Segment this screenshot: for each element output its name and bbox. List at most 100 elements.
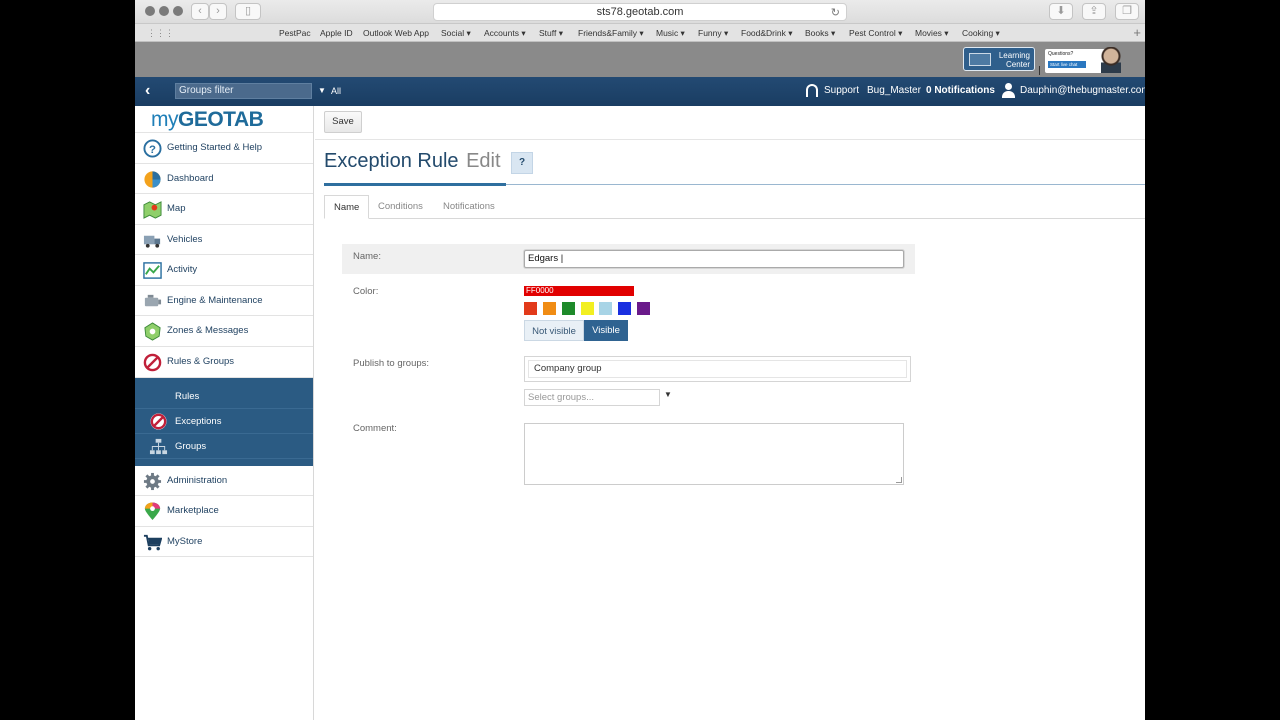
download-icon[interactable]: ⬇ xyxy=(1049,3,1073,20)
share-icon[interactable]: ⇪ xyxy=(1082,3,1106,20)
sidebar-item-engine[interactable]: Engine & Maintenance xyxy=(135,286,313,316)
bookmark-social[interactable]: Social ▾ xyxy=(441,28,471,39)
shopping-cart-icon xyxy=(143,534,162,550)
name-field[interactable]: Edgars | xyxy=(524,250,904,268)
sidebar-item-administration[interactable]: Administration xyxy=(135,466,313,496)
svg-text:?: ? xyxy=(149,144,156,156)
color-label: Color: xyxy=(353,286,379,297)
sidebar-item-rules-groups[interactable]: Rules & Groups xyxy=(135,347,313,378)
color-swatch-red[interactable] xyxy=(524,302,537,315)
save-button[interactable]: Save xyxy=(324,111,362,133)
add-bookmark-icon[interactable]: + xyxy=(1133,25,1141,40)
help-button[interactable]: ? xyxy=(511,152,533,174)
mygeotab-logo[interactable]: myGEOTAB xyxy=(135,106,313,133)
page-title: Exception Rule Edit xyxy=(324,150,501,172)
notifications-link[interactable]: 0 Notifications xyxy=(926,85,995,96)
tab-name[interactable]: Name xyxy=(324,195,370,219)
sidebar-item-vehicles[interactable]: Vehicles xyxy=(135,225,313,255)
marketplace-pin-icon xyxy=(144,502,161,521)
publish-label: Publish to groups: xyxy=(353,358,430,369)
tabs-overview-icon[interactable]: ❐ xyxy=(1115,3,1139,20)
map-icon xyxy=(143,201,162,219)
publish-groups-box: Company group xyxy=(524,356,911,382)
visible-button[interactable]: Visible xyxy=(584,320,628,341)
action-bar: Save xyxy=(315,106,1145,140)
top-sites-icon[interactable]: ⋮⋮⋮ xyxy=(147,28,174,39)
sidebar-subitem-exceptions[interactable]: Exceptions xyxy=(135,409,313,434)
bookmark-music[interactable]: Music ▾ xyxy=(656,28,685,39)
live-chat-widget[interactable]: Questions? Start live chat xyxy=(1045,49,1105,73)
url-text: sts78.geotab.com xyxy=(596,6,684,18)
title-rule xyxy=(506,184,1145,185)
account-name[interactable]: Bug_Master xyxy=(867,85,921,96)
color-value-input[interactable]: FF0000 xyxy=(524,286,634,296)
sidebar-item-dashboard[interactable]: Dashboard xyxy=(135,164,313,194)
bookmark-cooking[interactable]: Cooking ▾ xyxy=(962,28,1000,39)
headset-icon[interactable] xyxy=(806,84,818,97)
bookmark-stuff[interactable]: Stuff ▾ xyxy=(539,28,563,39)
rules-groups-submenu: Rules Exceptions Groups xyxy=(135,377,313,466)
select-groups-input[interactable]: Select groups... xyxy=(524,389,660,406)
main-content: Save Exception Rule Edit ? Name Conditio… xyxy=(315,106,1145,720)
sidebar-subitem-groups[interactable]: Groups xyxy=(135,434,313,459)
pie-chart-icon xyxy=(144,170,161,188)
sidebar-item-mystore[interactable]: MyStore xyxy=(135,527,313,557)
tab-conditions[interactable]: Conditions xyxy=(369,195,432,219)
page-title-mode: Edit xyxy=(466,150,501,172)
close-window-button[interactable] xyxy=(145,6,155,16)
bookmark-pestpac[interactable]: PestPac xyxy=(279,28,311,38)
bookmarks-bar: ⋮⋮⋮ PestPac Apple ID Outlook Web App Soc… xyxy=(135,24,1145,42)
tab-notifications[interactable]: Notifications xyxy=(434,195,504,219)
color-swatch-light-blue[interactable] xyxy=(599,302,612,315)
learning-center-button[interactable]: Learning Center xyxy=(963,47,1035,71)
chevron-down-icon[interactable]: ▼ xyxy=(664,390,672,399)
bookmark-pest-control[interactable]: Pest Control ▾ xyxy=(849,28,902,39)
bookmark-movies[interactable]: Movies ▾ xyxy=(915,28,949,39)
sidebar-toggle-icon[interactable]: ▯ xyxy=(235,3,261,20)
minimize-window-button[interactable] xyxy=(159,6,169,16)
app-header: ‹ Groups filter ▼ All Support Bug_Master… xyxy=(135,77,1145,106)
bookmark-books[interactable]: Books ▾ xyxy=(805,28,835,39)
color-swatch-yellow[interactable] xyxy=(581,302,594,315)
groups-filter-all[interactable]: All xyxy=(331,86,341,96)
bookmark-funny[interactable]: Funny ▾ xyxy=(698,28,728,39)
zoom-window-button[interactable] xyxy=(173,6,183,16)
divider xyxy=(1039,66,1040,75)
forward-icon[interactable]: › xyxy=(209,3,227,20)
reload-icon[interactable]: ↻ xyxy=(831,5,840,21)
sidebar: myGEOTAB ? Getting Started & Help Dashbo… xyxy=(135,106,314,720)
support-agent-avatar xyxy=(1101,47,1121,73)
address-bar[interactable]: sts78.geotab.com ↻ xyxy=(433,3,847,21)
color-swatch-green[interactable] xyxy=(562,302,575,315)
tab-bar: Name Conditions Notifications xyxy=(324,195,1145,219)
bookmark-friends-family[interactable]: Friends&Family ▾ xyxy=(578,28,644,39)
bookmark-accounts[interactable]: Accounts ▾ xyxy=(484,28,526,39)
hierarchy-icon xyxy=(149,438,168,454)
back-icon[interactable]: ‹ xyxy=(191,3,209,20)
bookmark-apple-id[interactable]: Apple ID xyxy=(320,28,353,38)
bookmark-food-drink[interactable]: Food&Drink ▾ xyxy=(741,28,793,39)
sidebar-subitem-rules[interactable]: Rules xyxy=(135,384,313,409)
chevron-down-icon[interactable]: ▼ xyxy=(318,86,326,95)
sidebar-item-getting-started[interactable]: ? Getting Started & Help xyxy=(135,133,313,164)
color-swatch-orange[interactable] xyxy=(543,302,556,315)
activity-chart-icon xyxy=(143,262,162,279)
sidebar-item-marketplace[interactable]: Marketplace xyxy=(135,496,313,527)
start-live-chat-button[interactable]: Start live chat xyxy=(1048,61,1086,68)
sidebar-item-activity[interactable]: Activity xyxy=(135,255,313,286)
sidebar-item-map[interactable]: Map xyxy=(135,194,313,225)
collapse-sidebar-icon[interactable]: ‹ xyxy=(145,82,150,100)
support-link[interactable]: Support xyxy=(824,85,859,96)
bookmark-outlook[interactable]: Outlook Web App xyxy=(363,28,429,38)
publish-group-tag[interactable]: Company group xyxy=(528,360,907,378)
not-visible-button[interactable]: Not visible xyxy=(524,320,584,341)
resize-handle-icon[interactable] xyxy=(896,477,902,483)
comment-textarea[interactable] xyxy=(524,423,904,485)
color-swatch-blue[interactable] xyxy=(618,302,631,315)
user-email[interactable]: Dauphin@thebugmaster.com xyxy=(1020,85,1145,96)
color-swatch-purple[interactable] xyxy=(637,302,650,315)
questions-text: Questions? xyxy=(1048,51,1074,57)
groups-filter-input[interactable]: Groups filter xyxy=(175,83,312,99)
user-icon[interactable] xyxy=(1001,83,1016,99)
sidebar-item-zones[interactable]: Zones & Messages xyxy=(135,316,313,347)
